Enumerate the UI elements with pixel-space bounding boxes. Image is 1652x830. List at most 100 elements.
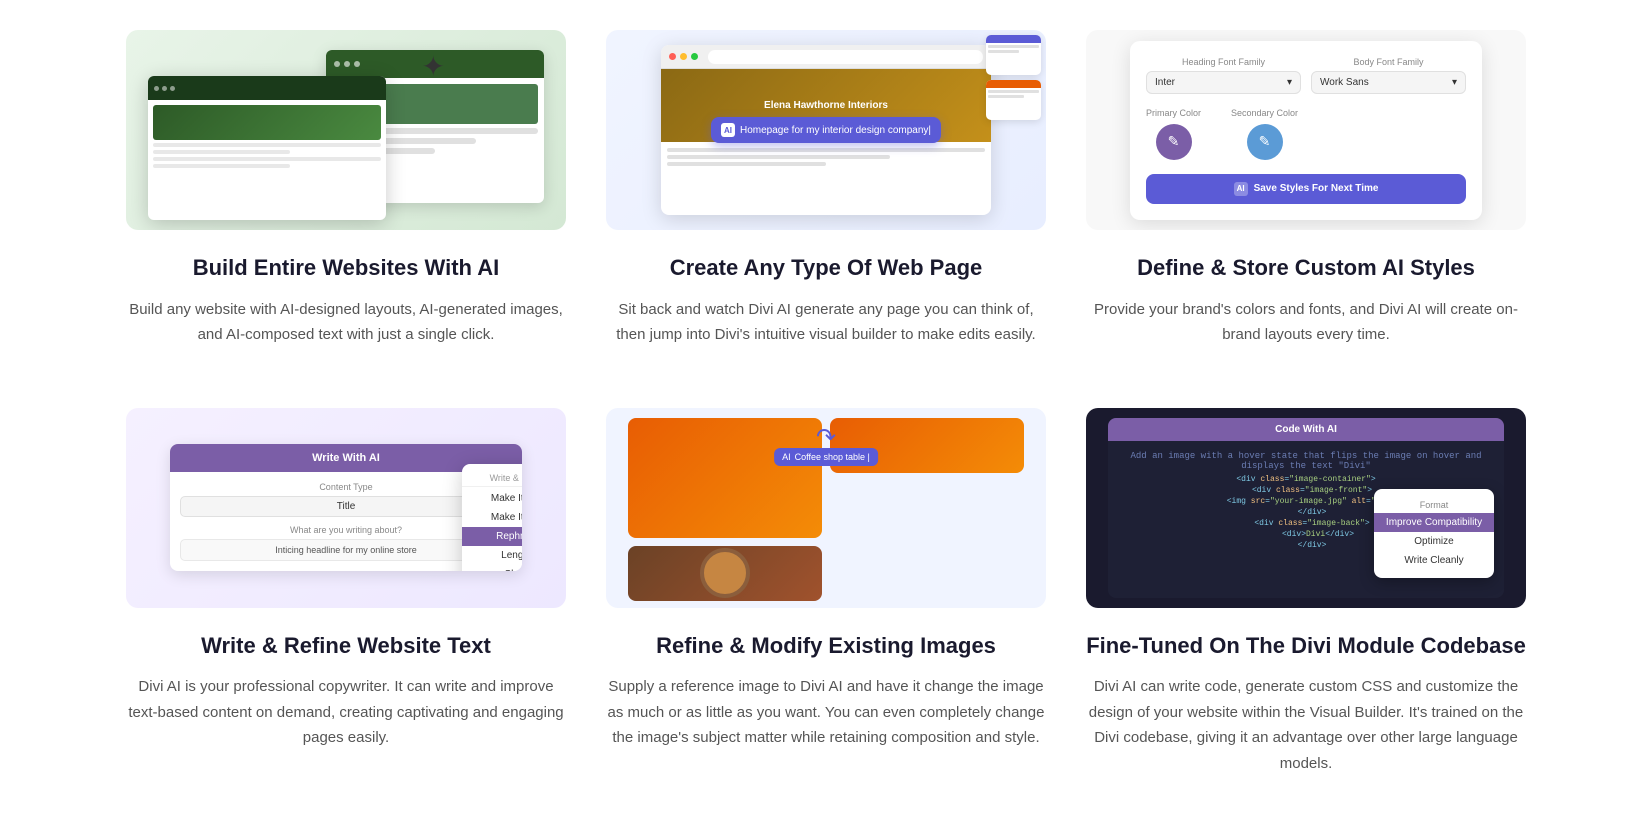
feature-card-write: Write With AI Content Type Title What ar…: [126, 408, 566, 777]
mockup-front-line1: [153, 143, 381, 147]
format-popup: Format Improve Compatibility Optimize Wr…: [1374, 489, 1494, 578]
browser-body-line2: [667, 155, 890, 159]
save-btn-ai-icon: AI: [1234, 182, 1248, 196]
code-line1: <div class="image-container">: [1118, 475, 1494, 484]
card2-title: Create Any Type Of Web Page: [670, 254, 983, 283]
thumb1-header: [986, 35, 1041, 43]
card6-desc: Divi AI can write code, generate custom …: [1086, 674, 1526, 776]
format-popup-item-compatibility[interactable]: Improve Compatibility: [1374, 513, 1494, 532]
ai-sparkle-icon: ✦: [422, 50, 445, 83]
body-font-label: Body Font Family: [1311, 57, 1466, 67]
primary-color-col: Primary Color ✎: [1146, 108, 1201, 160]
context-menu-label: Write & Replace: [462, 470, 522, 487]
mockup-front-hero: [153, 105, 381, 140]
code-panel: Code With AI Add an image with a hover s…: [1108, 418, 1504, 598]
feature-card-build-websites: ✦ Build Entire Websites With AI Build an…: [126, 30, 566, 348]
feature-card-create-page: Elena Hawthorne Interiors AI Homepage fo…: [606, 30, 1046, 348]
img-cell-coffee: [628, 546, 822, 601]
card1-title: Build Entire Websites With AI: [193, 254, 500, 283]
format-popup-item-clean[interactable]: Write Cleanly: [1374, 551, 1494, 570]
menu-rephrase[interactable]: Rephrase...: [462, 527, 522, 546]
write-panel: Write With AI Content Type Title What ar…: [170, 444, 522, 571]
body-font-dropdown[interactable]: Work Sans ▾: [1311, 71, 1466, 94]
thumb1-line1: [988, 45, 1039, 48]
body-font-chevron: ▾: [1452, 77, 1457, 88]
ai-icon: AI: [721, 123, 735, 137]
body-font-value: Work Sans: [1320, 77, 1369, 88]
thumb2-header: [986, 80, 1041, 88]
img-cell-orange: [628, 418, 822, 538]
secondary-color-col: Secondary Color ✎: [1231, 108, 1298, 160]
card3-title: Define & Store Custom AI Styles: [1137, 254, 1475, 283]
browser-body: [661, 142, 991, 175]
heading-font-label: Heading Font Family: [1146, 57, 1301, 67]
secondary-color-label: Secondary Color: [1231, 108, 1298, 118]
secondary-color-swatch[interactable]: ✎: [1247, 124, 1283, 160]
thumb2: [986, 80, 1041, 120]
primary-color-label: Primary Color: [1146, 108, 1201, 118]
secondary-color-pen-icon: ✎: [1259, 133, 1271, 150]
mockup-front: [148, 76, 386, 220]
card5-image: AI Coffee shop table | ↷: [606, 408, 1046, 608]
mockup-front-header: [148, 76, 386, 100]
ai-tag-icon: AI: [782, 452, 791, 462]
menu-shorten[interactable]: Shorten: [462, 565, 522, 571]
browser-toolbar: [661, 45, 991, 69]
thumb1-content: [986, 43, 1041, 57]
card4-title: Write & Refine Website Text: [201, 632, 491, 661]
color-row: Primary Color ✎ Secondary Color ✎: [1146, 108, 1466, 160]
heading-font-dropdown[interactable]: Inter ▾: [1146, 71, 1301, 94]
card2-image: Elena Hawthorne Interiors AI Homepage fo…: [606, 30, 1046, 230]
feature-card-images: AI Coffee shop table | ↷ Refine & Modify…: [606, 408, 1046, 777]
context-menu: Write & Replace Make It Better Make It B…: [462, 464, 522, 571]
browser-dot-red: [669, 53, 676, 60]
menu-make-better2[interactable]: Make It Better: [462, 508, 522, 527]
styles-panel: Heading Font Family Inter ▾ Body Font Fa…: [1130, 41, 1482, 220]
format-popup-item-optimize[interactable]: Optimize: [1374, 532, 1494, 551]
browser-body-line3: [667, 162, 826, 166]
card3-image: Heading Font Family Inter ▾ Body Font Fa…: [1086, 30, 1526, 230]
content-type-value: Title: [337, 501, 356, 512]
website-mockup: ✦: [148, 40, 544, 220]
menu-lengthen[interactable]: Lengthen: [462, 546, 522, 565]
thumb2-line2: [988, 95, 1024, 98]
card3-desc: Provide your brand's colors and fonts, a…: [1086, 297, 1526, 348]
card5-desc: Supply a reference image to Divi AI and …: [606, 674, 1046, 751]
mockup-front-line4: [153, 164, 290, 168]
font-row: Heading Font Family Inter ▾ Body Font Fa…: [1146, 57, 1466, 94]
menu-make-better1[interactable]: Make It Better: [462, 489, 522, 508]
card6-image: Code With AI Add an image with a hover s…: [1086, 408, 1526, 608]
card4-desc: Divi AI is your professional copywriter.…: [126, 674, 566, 751]
ai-chat-text: Homepage for my interior design company|: [740, 125, 931, 136]
curved-arrow-icon: ↷: [816, 423, 836, 452]
save-btn-label: Save Styles For Next Time: [1254, 183, 1379, 194]
features-grid: ✦ Build Entire Websites With AI Build an…: [126, 30, 1526, 776]
format-popup-title: Format: [1374, 497, 1494, 513]
card4-image: Write With AI Content Type Title What ar…: [126, 408, 566, 608]
mockup-front-line2: [153, 150, 290, 154]
thumb1-line2: [988, 50, 1019, 53]
card6-title: Fine-Tuned On The Divi Module Codebase: [1086, 632, 1526, 661]
browser-dot-green: [691, 53, 698, 60]
mockup-front-line3: [153, 157, 381, 161]
heading-font-value: Inter: [1155, 77, 1175, 88]
save-styles-button[interactable]: AI Save Styles For Next Time: [1146, 174, 1466, 204]
browser-dot-yellow: [680, 53, 687, 60]
browser-body-line1: [667, 148, 985, 152]
primary-color-pen-icon: ✎: [1168, 133, 1180, 150]
heading-font-chevron: ▾: [1287, 77, 1292, 88]
feature-card-styles: Heading Font Family Inter ▾ Body Font Fa…: [1086, 30, 1526, 348]
heading-font-select: Heading Font Family Inter ▾: [1146, 57, 1301, 94]
coffee-circle: [700, 548, 750, 598]
body-font-select: Body Font Family Work Sans ▾: [1311, 57, 1466, 94]
code-panel-header: Code With AI: [1108, 418, 1504, 441]
thumb1: [986, 35, 1041, 75]
ai-chat-bubble: AI Homepage for my interior design compa…: [711, 117, 941, 143]
ai-tag-text: Coffee shop table |: [795, 452, 870, 462]
thumb2-line1: [988, 90, 1039, 93]
code-comment: Add an image with a hover state that fli…: [1118, 451, 1494, 471]
card1-desc: Build any website with AI-designed layou…: [126, 297, 566, 348]
mockup-front-content: [148, 100, 386, 173]
primary-color-swatch[interactable]: ✎: [1156, 124, 1192, 160]
card5-title: Refine & Modify Existing Images: [656, 632, 996, 661]
